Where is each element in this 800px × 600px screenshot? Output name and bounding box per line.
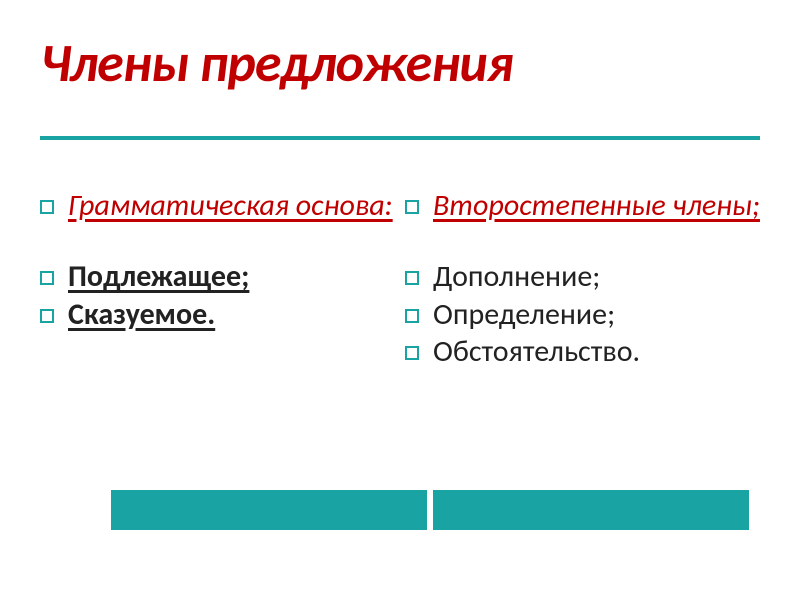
right-item-2: Определение; — [433, 297, 615, 332]
left-header: Грамматическая основа: — [68, 188, 393, 223]
bullet-icon — [40, 200, 54, 214]
list-item: Подлежащее; — [40, 259, 395, 294]
content-columns: Грамматическая основа: Подлежащее; Сказу… — [40, 188, 760, 372]
bullet-icon — [405, 309, 419, 323]
list-item: Сказуемое. — [40, 297, 395, 332]
right-item-3: Обстоятельство. — [433, 334, 640, 369]
title-underline — [40, 136, 760, 140]
left-column: Грамматическая основа: Подлежащее; Сказу… — [40, 188, 395, 372]
list-item: Грамматическая основа: — [40, 188, 395, 223]
list-item: Второстепенные члены; — [405, 188, 760, 223]
right-column: Второстепенные члены; Дополнение; Опреде… — [405, 188, 760, 372]
bullet-icon — [40, 271, 54, 285]
bullet-icon — [405, 200, 419, 214]
slide-title: Члены предложения — [40, 30, 760, 96]
list-item: Обстоятельство. — [405, 334, 760, 369]
right-header: Второстепенные члены; — [433, 188, 760, 223]
left-item-2: Сказуемое. — [68, 297, 215, 332]
list-item: Дополнение; — [405, 259, 760, 294]
list-item: Определение; — [405, 297, 760, 332]
left-item-1: Подлежащее; — [68, 259, 249, 294]
right-item-1: Дополнение; — [433, 259, 600, 294]
bullet-icon — [405, 346, 419, 360]
decorative-bars — [0, 490, 800, 530]
bullet-icon — [40, 309, 54, 323]
bar-right — [433, 490, 749, 530]
bullet-icon — [405, 271, 419, 285]
bar-left — [111, 490, 427, 530]
